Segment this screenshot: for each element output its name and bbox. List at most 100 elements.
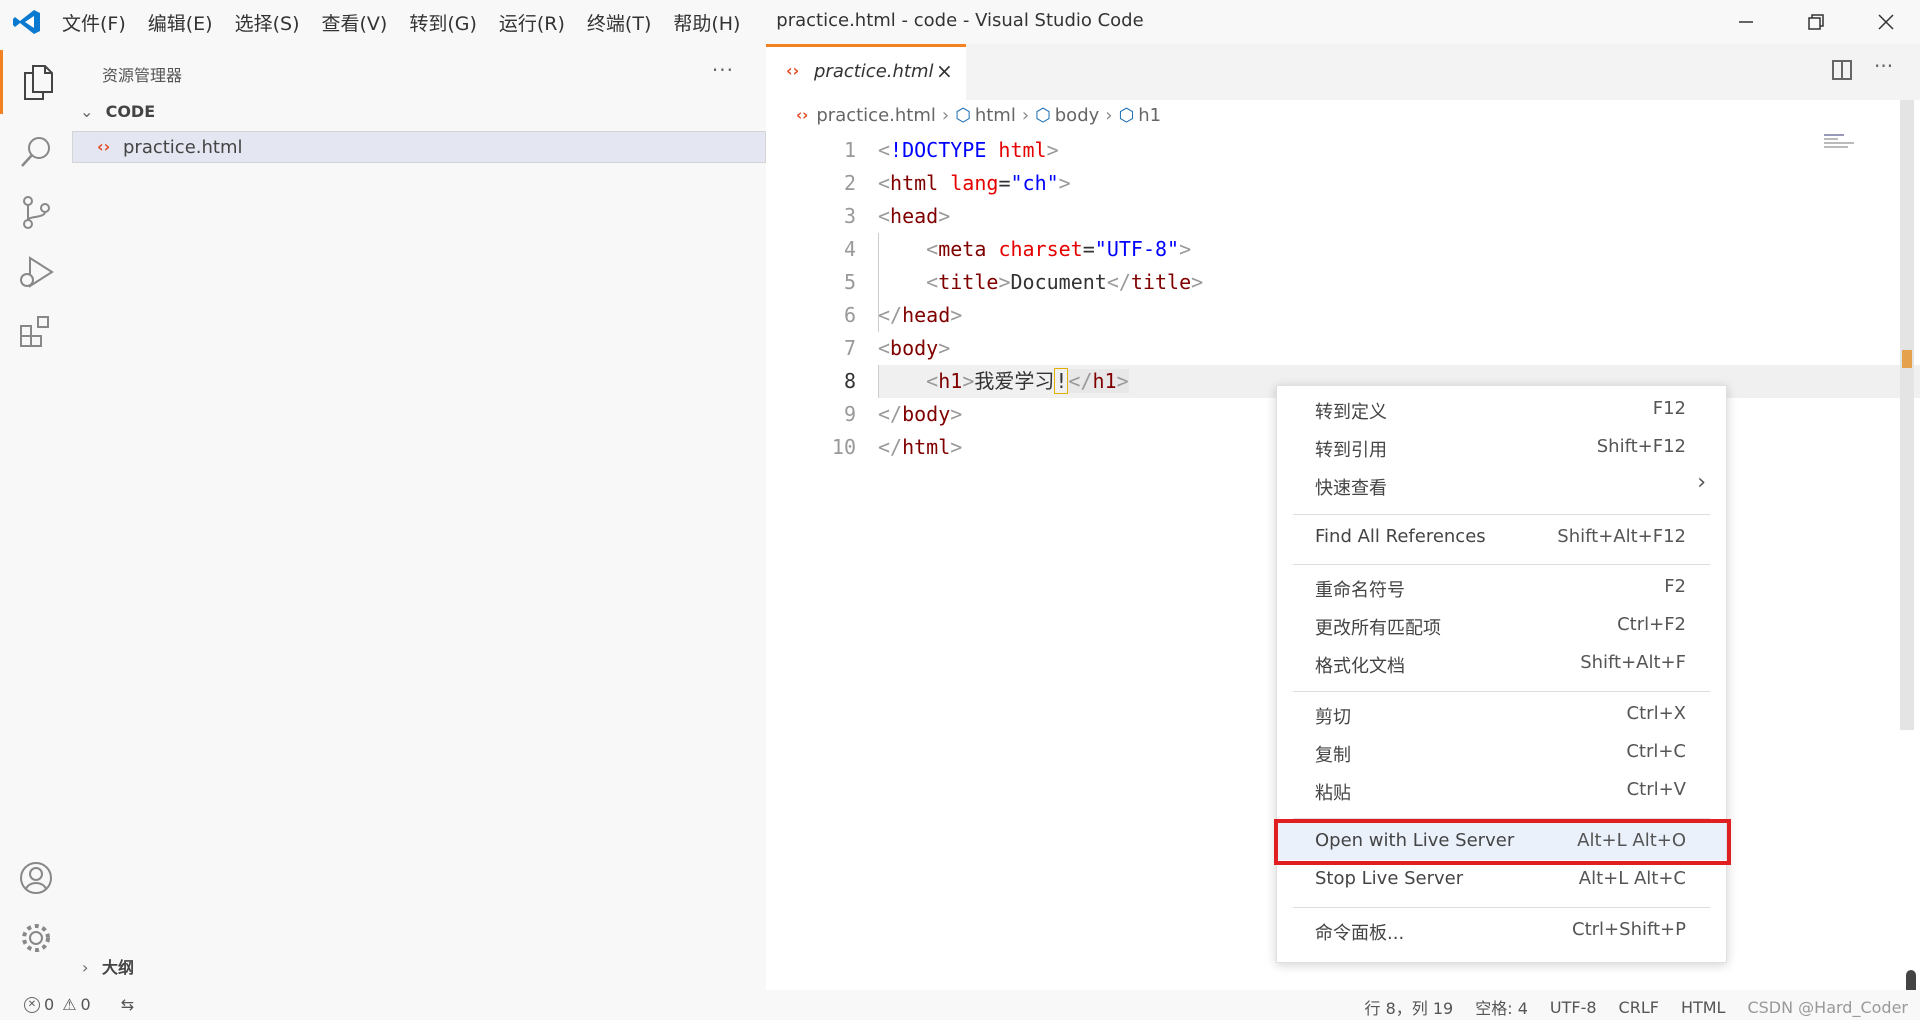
menu-format-document[interactable]: 格式化文档 Shift+Alt+F [1277,644,1726,682]
menu-view[interactable]: 查看(V) [322,9,388,36]
extensions-icon [20,316,49,347]
line-number: 9 [843,402,856,426]
tab-practice-html[interactable]: ‹› practice.html × [766,44,966,100]
menu-rename-symbol[interactable]: 重命名符号 F2 [1277,568,1726,606]
code-text: <!DOCTYPE html> [878,138,1059,162]
breadcrumb-file[interactable]: practice.html [816,105,936,126]
code-line: 2 <html lang="ch"> [766,167,1916,200]
explorer-title: 资源管理器 [102,66,183,85]
menu-find-all-references[interactable]: Find All References Shift+Alt+F12 [1277,518,1726,556]
line-number: 2 [843,171,856,195]
cube-icon: ⬡ [1118,104,1135,126]
minimap[interactable] [1824,132,1884,152]
folder-name: CODE [105,102,156,121]
breadcrumb-body[interactable]: body [1055,105,1100,126]
live-share-icon[interactable]: ⇆ [121,995,134,1014]
problems-indicator[interactable]: ✕ 0 ⚠ 0 ⇆ [24,995,134,1014]
html-file-icon: ‹› [796,106,809,124]
chevron-right-icon: › [82,958,89,977]
html-file-icon: ‹› [786,61,800,80]
menu-terminal[interactable]: 终端(T) [587,9,651,36]
indentation[interactable]: 空格: 4 [1475,995,1528,1019]
close-window-button[interactable] [1858,6,1914,38]
gear-icon [22,924,50,952]
encoding[interactable]: UTF-8 [1550,998,1597,1017]
source-control-button[interactable] [0,180,72,244]
cursor-position[interactable]: 行 8，列 19 [1365,995,1454,1019]
line-number: 4 [843,237,856,261]
menu-help[interactable]: 帮助(H) [673,9,740,36]
line-number: 3 [843,204,856,228]
explorer-button[interactable] [0,50,72,114]
account-icon [20,862,52,894]
code-text: </head> [878,303,963,327]
split-editor-icon[interactable] [1832,60,1852,80]
restore-icon [1808,14,1824,30]
run-debug-icon [20,256,54,288]
breadcrumb-h1[interactable]: h1 [1138,105,1161,126]
menu-run[interactable]: 运行(R) [499,9,565,36]
code-text: <meta charset="UTF-8"> [926,237,1192,261]
vscode-logo-icon [13,10,40,34]
cube-icon: ⬡ [1035,104,1051,126]
run-debug-button[interactable] [0,240,72,304]
menu-change-all-occurrences[interactable]: 更改所有匹配项 Ctrl+F2 [1277,606,1726,644]
code-text: <head> [878,204,951,228]
warning-count: 0 [80,995,91,1014]
more-actions-icon[interactable]: ··· [712,58,734,82]
minimize-icon [1739,21,1753,23]
line-number: 8 [843,369,856,393]
menu-peek[interactable]: 快速查看 › [1277,466,1726,504]
line-number: 1 [843,138,856,162]
minimize-button[interactable] [1718,6,1774,38]
menu-go-to-references[interactable]: 转到引用 Shift+F12 [1277,428,1726,466]
error-icon: ✕ [24,996,40,1013]
menu-stop-live-server[interactable]: Stop Live Server Alt+L Alt+C [1277,860,1726,898]
end-of-line[interactable]: CRLF [1619,998,1659,1017]
menu-selection[interactable]: 选择(S) [235,9,300,36]
tab-label: practice.html [814,61,934,82]
menu-paste[interactable]: 粘贴 Ctrl+V [1277,771,1726,809]
code-text: </body> [878,402,963,426]
search-icon [21,137,50,167]
files-icon [23,65,53,100]
breadcrumb-separator: › [1105,104,1113,126]
menu-file[interactable]: 文件(F) [62,9,126,36]
menu-bar: 文件(F) 编辑(E) 选择(S) 查看(V) 转到(G) 运行(R) 终端(T… [62,0,762,44]
outline-section[interactable]: › 大纲 [82,954,134,978]
search-button[interactable] [0,120,72,184]
code-line: 5 <title>Document</title> [766,266,1916,299]
manage-button[interactable] [0,906,72,970]
warning-icon: ⚠ [62,995,77,1014]
extensions-button[interactable] [0,300,72,364]
menu-cut[interactable]: 剪切 Ctrl+X [1277,695,1726,733]
menu-go-to-definition[interactable]: 转到定义 F12 [1277,390,1726,428]
cube-icon: ⬡ [955,104,971,126]
line-number: 10 [831,435,856,459]
menu-copy[interactable]: 复制 Ctrl+C [1277,733,1726,771]
file-item-practice-html[interactable]: ‹› practice.html [72,131,766,163]
error-count: 0 [44,995,55,1014]
code-text: <title>Document</title> [926,270,1204,294]
more-actions-icon[interactable]: ··· [1874,54,1893,78]
menu-separator [1293,907,1710,908]
code-text: <html lang="ch"> [878,171,1071,195]
code-line: 6 </head> [766,299,1916,332]
menu-open-with-live-server[interactable]: Open with Live Server Alt+L Alt+O [1274,819,1731,865]
close-tab-icon[interactable]: × [936,59,953,83]
accounts-button[interactable] [0,846,72,910]
breadcrumb-separator: › [941,104,950,126]
menu-go[interactable]: 转到(G) [409,9,477,36]
code-line: 1 <!DOCTYPE html> [766,134,1916,167]
menu-edit[interactable]: 编辑(E) [148,9,213,36]
menu-command-palette[interactable]: 命令面板... Ctrl+Shift+P [1277,911,1726,949]
vertical-scrollbar[interactable] [1898,100,1916,1000]
breadcrumb-separator: › [1021,104,1030,126]
menu-separator [1293,564,1710,565]
restore-button[interactable] [1788,6,1844,38]
breadcrumb-html[interactable]: html [975,105,1016,126]
language-mode[interactable]: HTML [1681,998,1726,1017]
context-menu: 转到定义 F12 转到引用 Shift+F12 快速查看 › Find All Ref… [1274,385,1731,963]
line-number: 7 [843,336,856,360]
folder-header[interactable]: ⌄ CODE [80,102,155,121]
